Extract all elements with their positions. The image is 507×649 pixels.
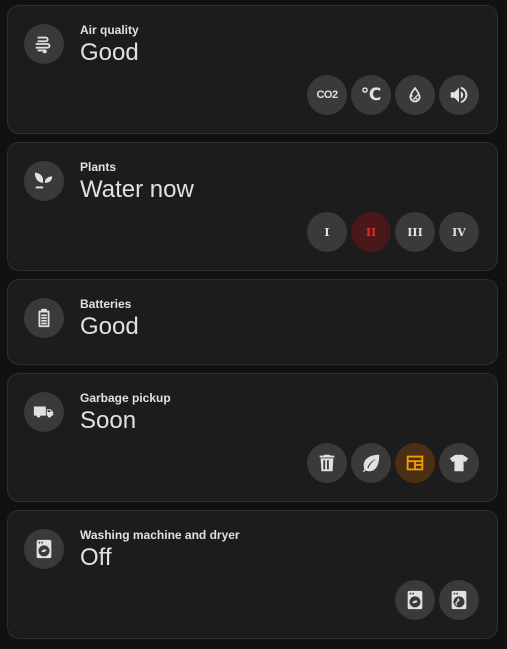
co2-chip[interactable]: CO2: [307, 75, 347, 115]
organic-waste-chip[interactable]: [351, 443, 391, 483]
card-title: Washing machine and dryer: [80, 528, 240, 542]
leaf-icon: [362, 454, 380, 473]
card-garbage-pickup[interactable]: Garbage pickup Soon: [7, 373, 498, 502]
plant-4-chip[interactable]: IV: [439, 212, 479, 252]
chip-row: [395, 580, 479, 620]
noise-chip[interactable]: [439, 75, 479, 115]
plant-1-chip[interactable]: I: [307, 212, 347, 252]
co2-icon: CO2: [316, 89, 338, 101]
card-air-quality[interactable]: Air quality Good CO2 ℃: [7, 5, 498, 134]
chip-row: CO2 ℃: [307, 75, 479, 115]
dryer-chip[interactable]: [439, 580, 479, 620]
residual-waste-chip[interactable]: [307, 443, 347, 483]
roman-four-icon: IV: [452, 225, 466, 239]
chip-row: [307, 443, 479, 483]
temperature-chip[interactable]: ℃: [351, 75, 391, 115]
card-state: Good: [80, 39, 139, 66]
chip-row: I II III IV: [307, 212, 479, 252]
paper-waste-chip[interactable]: [395, 443, 435, 483]
humidity-chip[interactable]: [395, 75, 435, 115]
plant-3-chip[interactable]: III: [395, 212, 435, 252]
card-state: Off: [80, 544, 112, 571]
volume-icon: [450, 86, 468, 104]
tshirt-icon: [449, 454, 469, 472]
washing-machine-chip[interactable]: [395, 580, 435, 620]
card-plants[interactable]: Plants Water now I II III IV: [7, 142, 498, 271]
roman-three-icon: III: [407, 225, 423, 239]
card-state: Good: [80, 313, 139, 340]
air-filter-icon[interactable]: [24, 24, 64, 64]
humidity-icon: [409, 86, 421, 103]
card-title: Plants: [80, 160, 117, 174]
celsius-icon: ℃: [360, 85, 382, 105]
roman-two-icon: II: [365, 225, 377, 239]
card-state: Soon: [80, 407, 137, 434]
battery-icon[interactable]: [24, 298, 64, 338]
garbage-truck-icon[interactable]: [24, 392, 64, 432]
card-batteries[interactable]: Batteries Good: [7, 279, 498, 365]
roman-one-icon: I: [324, 225, 330, 239]
washing-machine-icon[interactable]: [24, 529, 64, 569]
washing-machine-icon: [407, 590, 423, 610]
plant-2-chip[interactable]: II: [351, 212, 391, 252]
textile-waste-chip[interactable]: [439, 443, 479, 483]
card-title: Garbage pickup: [80, 391, 171, 405]
tumble-dryer-icon: [451, 590, 467, 610]
card-title: Batteries: [80, 297, 132, 311]
sprout-icon[interactable]: [24, 161, 64, 201]
newspaper-icon: [406, 455, 424, 471]
card-title: Air quality: [80, 23, 139, 37]
card-washing-machine[interactable]: Washing machine and dryer Off: [7, 510, 498, 639]
card-state: Water now: [80, 176, 194, 203]
trash-can-icon: [319, 454, 335, 472]
